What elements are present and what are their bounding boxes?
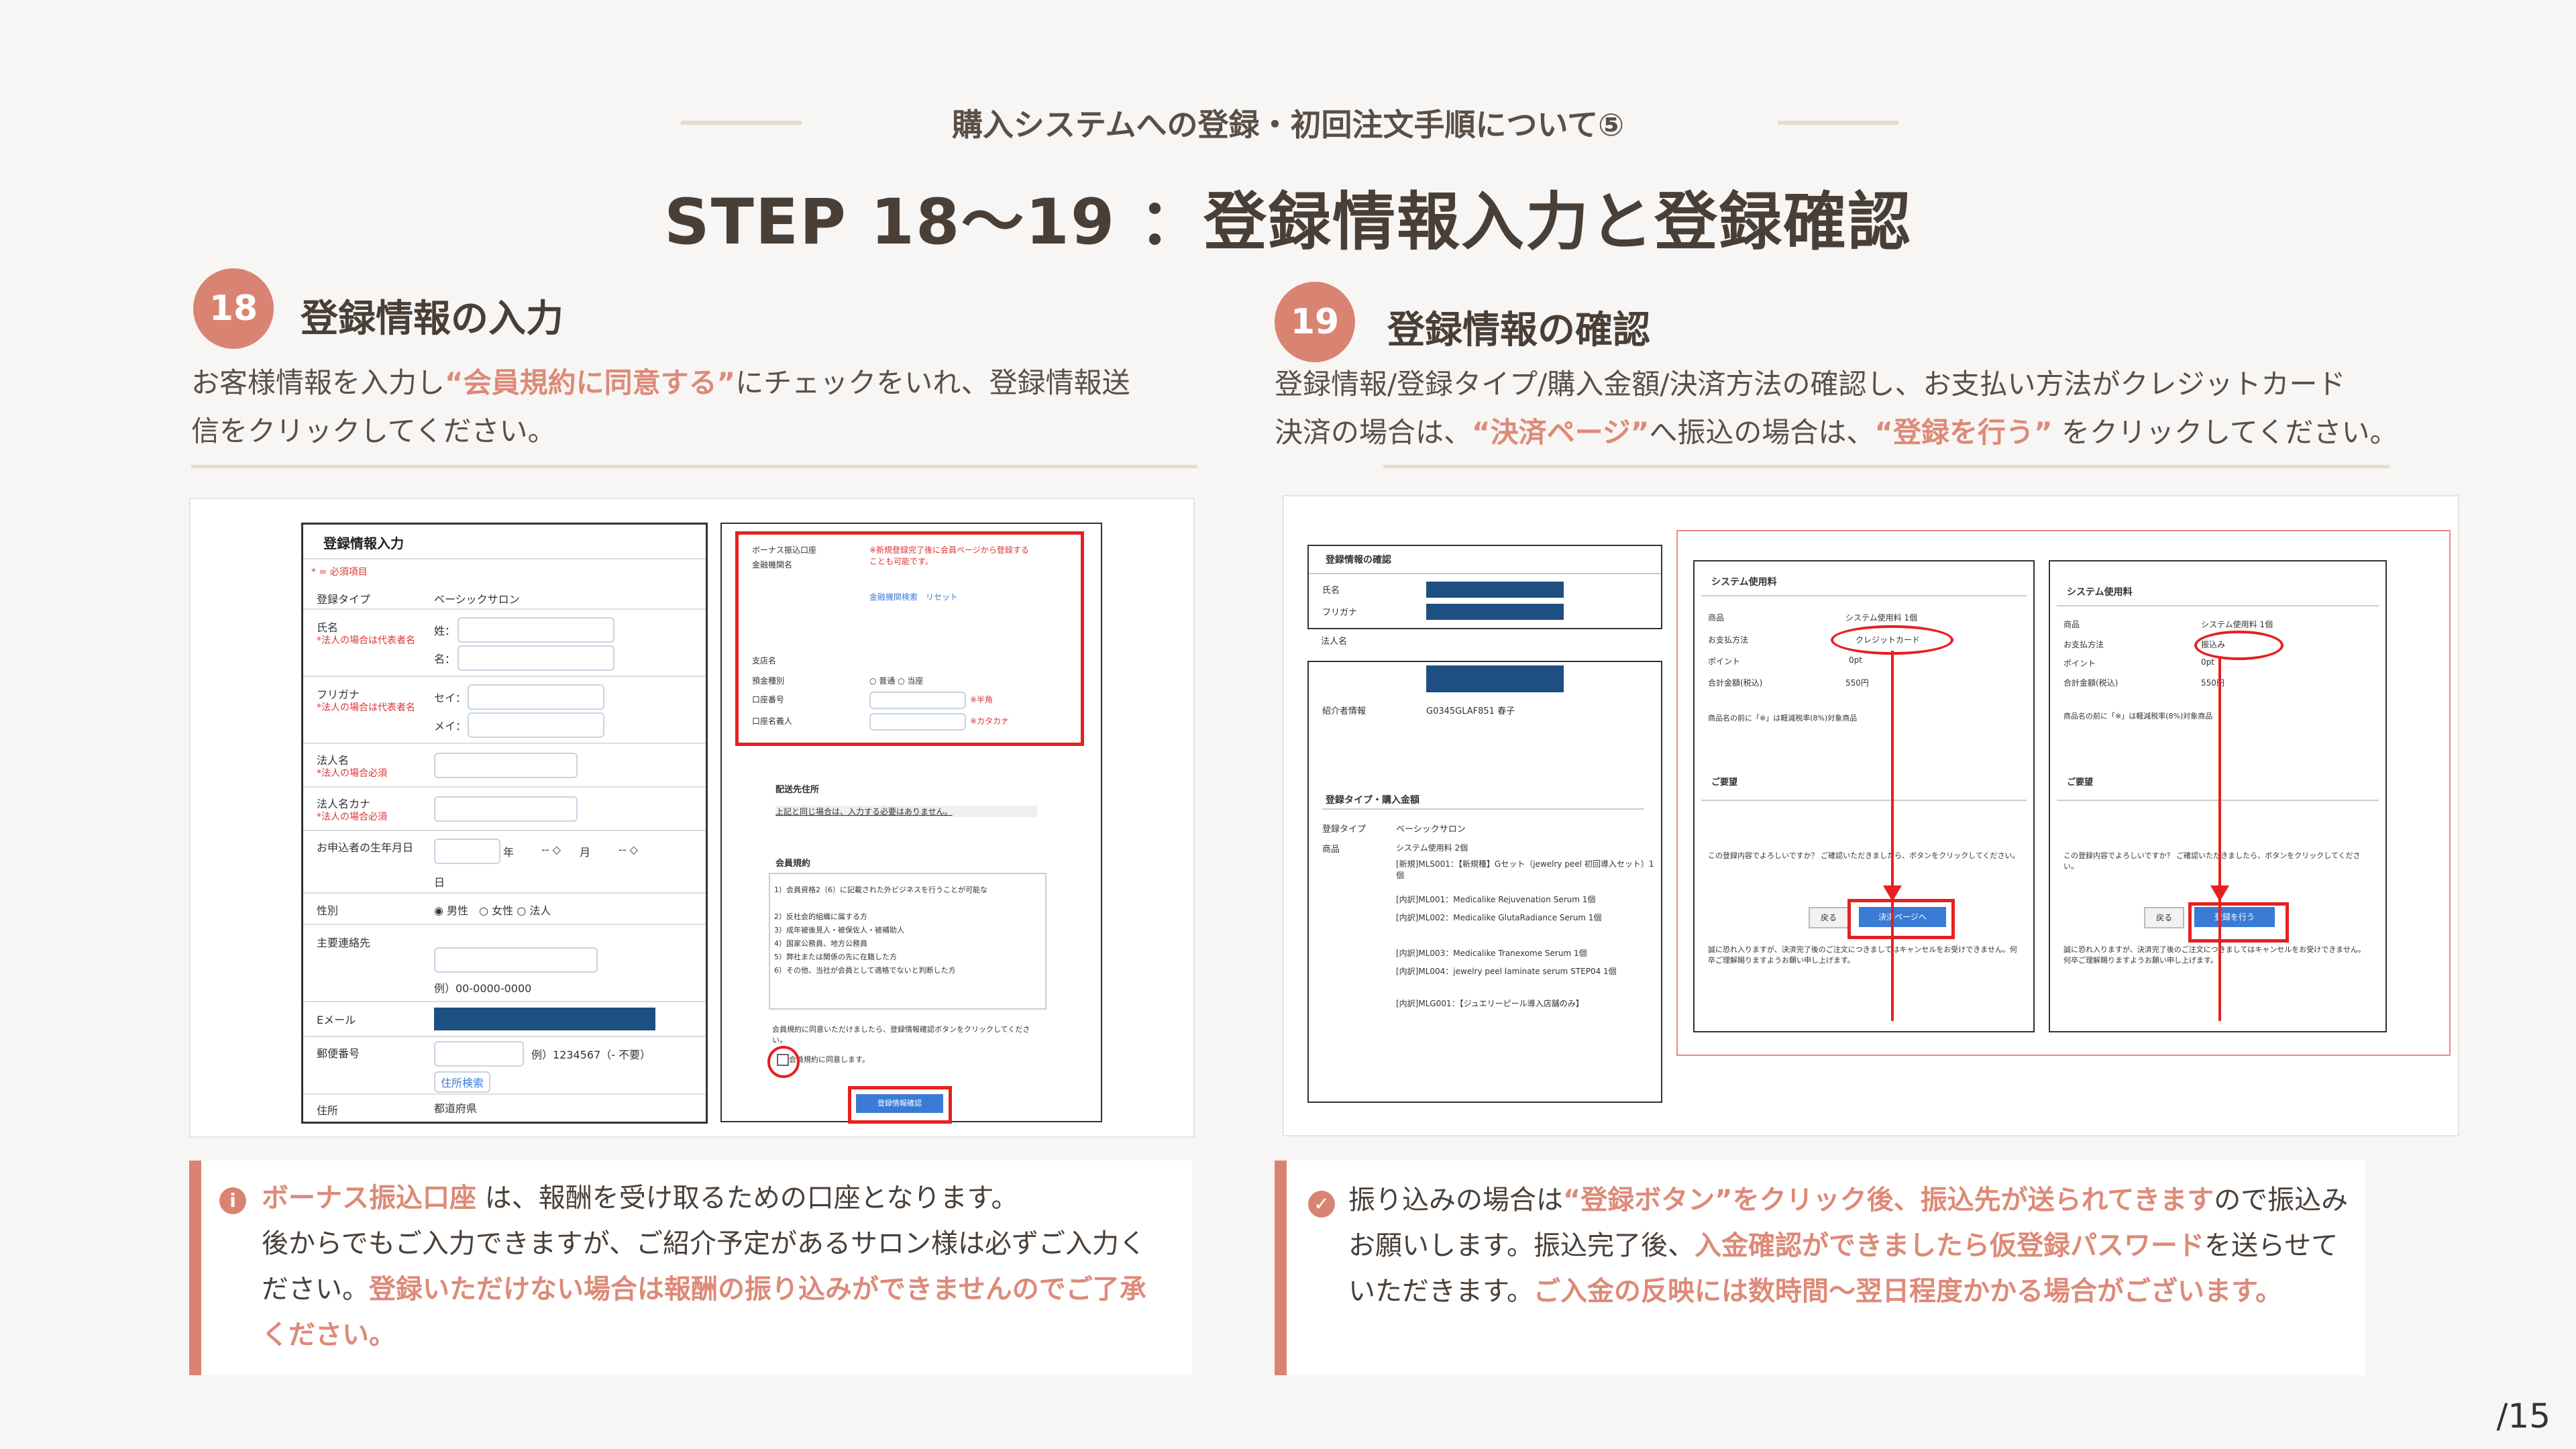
transfer-arrow xyxy=(2218,656,2221,1021)
check-icon: ✓ xyxy=(1308,1191,1335,1218)
form-title: 登録情報入力 xyxy=(323,535,404,551)
transfer-back-button[interactable]: 戻る xyxy=(2144,907,2184,928)
required-note: * = 必須項目 xyxy=(311,567,368,578)
postal-code-field[interactable] xyxy=(434,1041,524,1067)
registration-form-mock: 登録情報入力 * = 必須項目 登録タイプ ベーシックサロン 氏名 *法人の場合… xyxy=(301,523,708,1124)
step-18-note: i ボーナス振込口座 は、報酬を受け取るための口座となります。 後からでもご入力… xyxy=(189,1161,1192,1375)
confirm-info-mock: 登録情報の確認 氏名 フリガナ xyxy=(1307,545,1662,629)
step-19-divider xyxy=(1383,465,2390,468)
submit-highlight xyxy=(848,1086,952,1124)
transfer-highlight xyxy=(2194,631,2284,660)
step-19-note: ✓ 振り込みの場合は“登録ボタン”をクリック後、振込先が送られてきますので振込み… xyxy=(1275,1161,2365,1375)
step-18-badge: 18 xyxy=(193,268,274,349)
email-redacted xyxy=(434,1008,655,1030)
terms-box[interactable]: 1）会員資格2（6）に記載された外ビジネスを行うことが可能な 2）反社会的組織に… xyxy=(769,873,1046,1010)
phone-field[interactable] xyxy=(434,947,598,973)
gender-options[interactable]: ◉ 男性 ○ 女性 ○ 法人 xyxy=(434,902,551,918)
payment-page-highlight xyxy=(1847,899,1955,939)
agree-checkbox-highlight xyxy=(767,1046,800,1078)
credit-card-arrow xyxy=(1891,651,1894,1021)
birth-day-select[interactable]: -- ◇ xyxy=(619,843,638,856)
birth-month-select[interactable]: -- ◇ xyxy=(541,843,561,856)
step-19-description: 登録情報/登録タイプ/購入金額/決済方法の確認し、お支払い方法がクレジットカード… xyxy=(1275,368,2398,449)
name-redacted xyxy=(1426,582,1564,598)
confirm-detail-mock: 紹介者情報 G0345GLAF851 春子 登録タイプ・購入金額 登録タイプ ベ… xyxy=(1307,661,1662,1103)
card-back-button[interactable]: 戻る xyxy=(1809,907,1849,928)
step-18-divider xyxy=(191,465,1197,468)
kana-redacted xyxy=(1426,604,1564,620)
first-name-kana-field[interactable] xyxy=(468,712,604,738)
step-19-title: 登録情報の確認 xyxy=(1387,309,1650,352)
first-name-field[interactable] xyxy=(458,645,614,671)
bank-transfer-mock: システム使用料 商品 システム使用料 1個 お支払方法 振込み ポイント 0pt… xyxy=(2049,560,2387,1032)
step-18-title: 登録情報の入力 xyxy=(301,297,564,341)
company-name-field[interactable] xyxy=(434,753,578,778)
step-18-description: お客様情報を入力し“会員規約に同意する”にチェックをいれ、登録情報送 信をクリッ… xyxy=(191,366,1130,447)
last-name-kana-field[interactable] xyxy=(468,684,604,710)
step-19-badge: 19 xyxy=(1275,282,1355,362)
last-name-field[interactable] xyxy=(458,617,614,643)
page-title: STEP 18〜19 ：登録情報入力と登録確認 xyxy=(664,186,1912,259)
step-19-screenshot-panel: 登録情報の確認 氏名 フリガナ 法人名 紹介者情報 G0345GLAF851 春… xyxy=(1283,495,2459,1136)
bank-highlight xyxy=(735,531,1084,746)
page-number: /15 xyxy=(2496,1397,2551,1436)
birth-year-field[interactable] xyxy=(434,839,500,864)
intro-redacted xyxy=(1426,665,1564,692)
step-18-screenshot-panel: 登録情報入力 * = 必須項目 登録タイプ ベーシックサロン 氏名 *法人の場合… xyxy=(189,498,1195,1138)
page-kicker: 購入システムへの登録・初回注文手順について⑤ xyxy=(951,107,1625,143)
company-kana-field[interactable] xyxy=(434,796,578,822)
address-search-button[interactable]: 住所検索 xyxy=(434,1071,491,1093)
register-highlight xyxy=(2188,902,2289,943)
info-icon: i xyxy=(219,1187,246,1214)
